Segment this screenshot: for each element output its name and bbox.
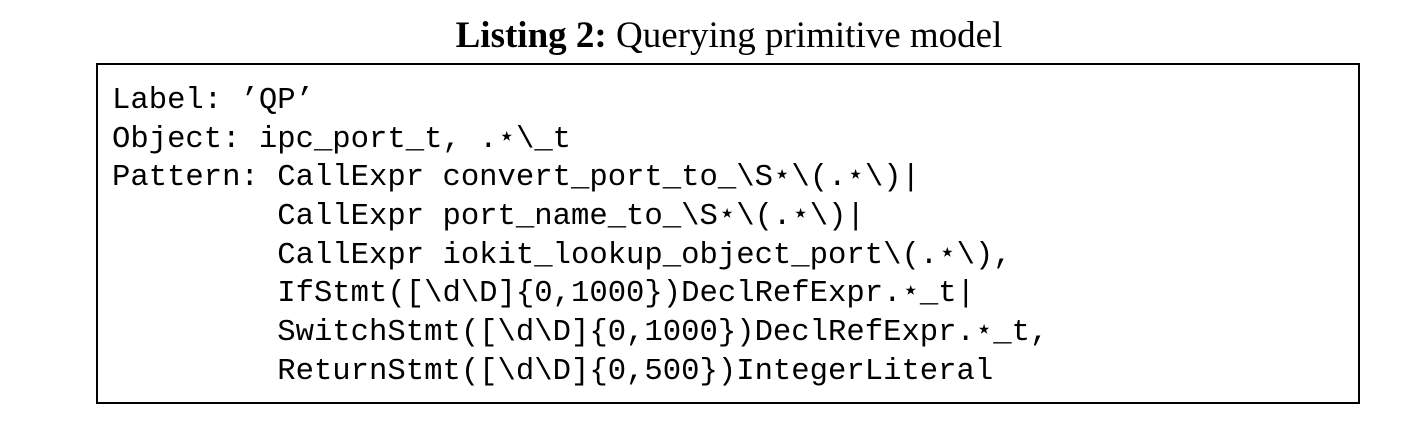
code-line-pattern-5: SwitchStmt([\d\D]{0,1000})DeclRefExpr.⋆_… xyxy=(112,316,1049,351)
code-listing-box: Label: ’QP’ Object: ipc_port_t, .⋆\_t Patt… xyxy=(96,63,1360,404)
listing-caption: Listing 2: Querying primitive model xyxy=(0,12,1424,60)
code-line-pattern-4: IfStmt([\d\D]{0,1000})DeclRefExpr.⋆_t| xyxy=(112,277,975,312)
code-line-object: Object: ipc_port_t, .⋆\_t xyxy=(112,122,572,157)
code-line-pattern: Pattern: CallExpr convert_port_to_\S⋆\(.… xyxy=(112,161,920,196)
caption-label: Listing 2: xyxy=(455,15,607,56)
code-line-pattern-3: CallExpr iokit_lookup_object_port\(.⋆\), xyxy=(112,238,1012,273)
code-line-pattern-6: ReturnStmt([\d\D]{0,500})IntegerLiteral xyxy=(112,354,994,389)
code-block: Label: ’QP’ Object: ipc_port_t, .⋆\_t Patt… xyxy=(112,82,1048,392)
code-line-label: Label: ’QP’ xyxy=(112,84,314,118)
caption-title: Querying primitive model xyxy=(615,15,1003,56)
code-line-pattern-2: CallExpr port_name_to_\S⋆\(.⋆\)| xyxy=(112,200,865,235)
